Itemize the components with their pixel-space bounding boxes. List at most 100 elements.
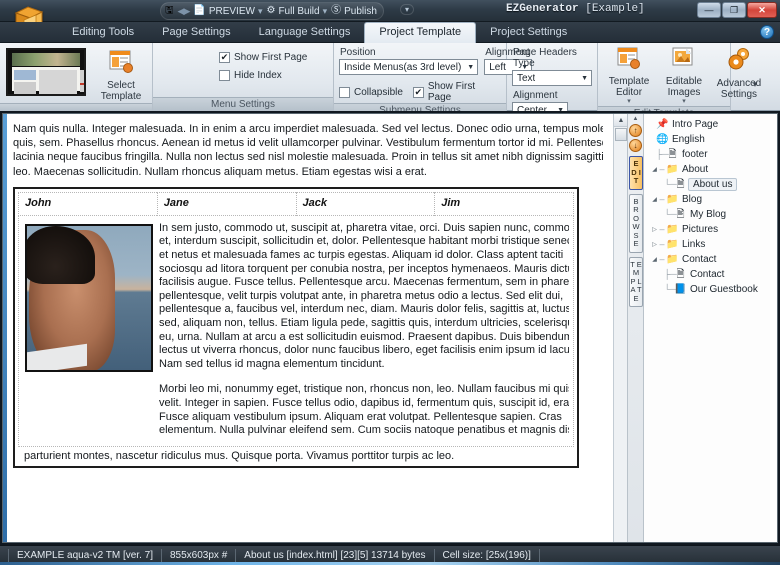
mode-rail: ▲ ↑ ↓ E D I T B R O W S E T E M P L A T … [627, 114, 643, 542]
page-icon: 🗎 [668, 148, 677, 160]
collapsible-checkbox[interactable]: Collapsible [339, 81, 403, 103]
save-icon[interactable]: 🖫 [165, 6, 174, 16]
tree-guide: ├─ [664, 269, 677, 279]
body-line: Fusce aliquam vestibulum ipsum. Aliquam … [159, 410, 562, 423]
tree-item-label: footer [682, 149, 708, 160]
full-build-caret-icon[interactable]: ▾ [323, 6, 328, 17]
tab-editing-tools[interactable]: Editing Tools [58, 22, 148, 43]
show-first-page-checkbox-menu[interactable]: ✔ Show First Page [219, 52, 307, 63]
editable-images-button[interactable]: Editable Images ▾ [657, 44, 711, 106]
application-window: 🖫 ◀▶ 📄 PREVIEW ▾ ⚙ Full Build ▾ Ⓢ Publis… [0, 0, 780, 565]
tree-item-english[interactable]: 🌐 English [646, 132, 777, 147]
table-header-cell-jim[interactable]: Jim [434, 191, 574, 216]
man-profile-photo[interactable] [25, 223, 153, 372]
rail-tab-edit[interactable]: E D I T [629, 156, 643, 190]
preview-caret-icon[interactable]: ▾ [258, 6, 263, 17]
chevron-down-icon[interactable]: ▾ [682, 98, 686, 105]
tab-project-template[interactable]: Project Template [364, 22, 477, 43]
rail-scroll-up-icon[interactable]: ▲ [633, 116, 639, 122]
page-canvas[interactable]: Nam quis nulla. Integer malesuada. In in… [3, 114, 613, 542]
tree-expander-expanded[interactable]: ◢ [650, 256, 659, 263]
tab-page-settings[interactable]: Page Settings [148, 22, 245, 43]
page-icon: 🗎 [676, 178, 685, 190]
tree-item-pictures[interactable]: ▷ – 📁 Pictures [646, 222, 777, 237]
minimize-button[interactable]: — [697, 2, 721, 18]
tree-guide: └─ [664, 284, 677, 294]
hide-index-checkbox[interactable]: Hide Index [219, 70, 282, 81]
chevron-down-icon[interactable]: ▼ [467, 64, 474, 71]
checkbox-box[interactable] [219, 70, 230, 81]
checkbox-box[interactable] [339, 86, 350, 98]
tree-item-links[interactable]: ▷ – 📁 Links [646, 237, 777, 252]
document-name: [Example] [585, 3, 645, 15]
tree-item-contact-folder[interactable]: ◢ – 📁 Contact [646, 252, 777, 267]
quick-access-toolbar[interactable]: 🖫 ◀▶ 📄 PREVIEW ▾ ⚙ Full Build ▾ Ⓢ Publis… [160, 2, 384, 20]
table-header-cell-john[interactable]: John [18, 191, 157, 216]
tree-item-contact-page[interactable]: ├─ 🗎 Contact [646, 267, 777, 282]
tree-expander-collapsed[interactable]: ▷ [650, 241, 659, 248]
layout-table[interactable]: John Jane Jack Jim In sem justo, commodo… [13, 186, 579, 468]
chevron-down-icon[interactable]: ▼ [581, 75, 588, 82]
full-build-button[interactable]: ⚙ Full Build ▾ [266, 6, 327, 17]
tree-item-about-us[interactable]: └─ 🗎 About us [646, 177, 777, 192]
qat-overflow-caret-icon[interactable]: ▾ [400, 4, 415, 15]
undo-redo-icon[interactable]: ◀▶ [178, 6, 191, 17]
body-line: velit. Integer in sapien. Fusce tellus o… [159, 396, 569, 409]
tree-expander-expanded[interactable]: ◢ [650, 166, 659, 173]
scroll-up-button[interactable]: ▲ [614, 114, 628, 127]
template-thumbnail[interactable] [6, 48, 86, 96]
checkbox-box[interactable]: ✔ [412, 86, 424, 98]
editable-images-label-2: Images [667, 87, 701, 98]
rail-down-button[interactable]: ↓ [629, 139, 642, 152]
template-editor-label-1: Template [608, 76, 650, 87]
select-template-button[interactable]: Select Template [94, 46, 148, 103]
page-headers-type-select[interactable]: Text ▼ [512, 70, 592, 86]
publish-label: Publish [344, 5, 377, 17]
rail-up-button[interactable]: ↑ [629, 124, 642, 137]
template-preview-group-title [0, 103, 152, 111]
ribbon-overflow-caret-icon[interactable]: ▾ [753, 79, 758, 90]
maximize-button[interactable]: ❐ [722, 2, 746, 18]
publish-button[interactable]: Ⓢ Publish [331, 6, 377, 17]
rail-tab-browse[interactable]: B R O W S E [629, 193, 643, 253]
position-select[interactable]: Inside Menus(as 3rd level) ▼ [339, 59, 479, 75]
tree-expander-collapsed[interactable]: ▷ [650, 226, 659, 233]
table-header-cell-jack[interactable]: Jack [295, 191, 435, 216]
body-line: elementum. Nulla pulvinar eleifend sem. … [159, 424, 569, 437]
close-button[interactable]: ✕ [747, 2, 777, 18]
body-line: Nam sed tellus id magna elementum tincid… [159, 357, 385, 370]
preview-button[interactable]: 📄 PREVIEW ▾ [193, 6, 262, 17]
tree-item-blog[interactable]: ◢ – 📁 Blog [646, 192, 777, 207]
title-bar: 🖫 ◀▶ 📄 PREVIEW ▾ ⚙ Full Build ▾ Ⓢ Publis… [0, 0, 780, 32]
site-tree-panel[interactable]: 📌 Intro Page 🌐 English ├─ 🗎 footer ◢ – 📁… [643, 114, 777, 542]
tab-project-settings[interactable]: Project Settings [476, 22, 581, 43]
table-header-row: John Jane Jack Jim [18, 191, 574, 216]
position-value: Inside Menus(as 3rd level) [344, 61, 462, 73]
canvas-vertical-scrollbar[interactable]: ▲ [613, 114, 628, 542]
paragraph-1: In sem justo, commodo ut, suscipit at, p… [159, 222, 569, 372]
tree-item-intro-page[interactable]: 📌 Intro Page [646, 117, 777, 132]
tree-item-about[interactable]: ◢ – 📁 About [646, 162, 777, 177]
help-icon[interactable]: ? [760, 25, 774, 39]
article-tail-line: parturient montes, nascetur ridiculus mu… [24, 449, 455, 462]
scrollbar-thumb[interactable] [615, 128, 627, 141]
tab-language-settings[interactable]: Language Settings [245, 22, 365, 43]
show-first-page-checkbox-submenu[interactable]: ✔ Show First Page [412, 81, 501, 103]
rail-tab-template[interactable]: T E M P L A T E [629, 256, 643, 307]
select-template-label-1: Select [107, 80, 135, 91]
tree-item-my-blog[interactable]: └─ 🖹 My Blog [646, 207, 777, 222]
chevron-down-icon[interactable]: ▾ [627, 98, 631, 105]
table-header-cell-jane[interactable]: Jane [156, 191, 296, 216]
checkbox-box[interactable]: ✔ [219, 52, 230, 63]
page-headers-type-value: Text [517, 72, 536, 84]
tree-item-footer[interactable]: ├─ 🗎 footer [646, 147, 777, 162]
workspace: Nam quis nulla. Integer malesuada. In in… [0, 111, 780, 545]
intro-line: lacinia neque faucibus fringilla. Nulla … [13, 151, 603, 164]
editable-images-label-1: Editable [665, 76, 703, 87]
guestbook-icon: 📘 [674, 283, 687, 295]
template-editor-button[interactable]: Template Editor ▾ [602, 44, 656, 106]
select-template-label-2: Template [100, 91, 142, 102]
article-body[interactable]: In sem justo, commodo ut, suscipit at, p… [159, 222, 569, 438]
tree-item-our-guestbook[interactable]: └─ 📘 Our Guestbook [646, 282, 777, 297]
tree-expander-expanded[interactable]: ◢ [650, 196, 659, 203]
